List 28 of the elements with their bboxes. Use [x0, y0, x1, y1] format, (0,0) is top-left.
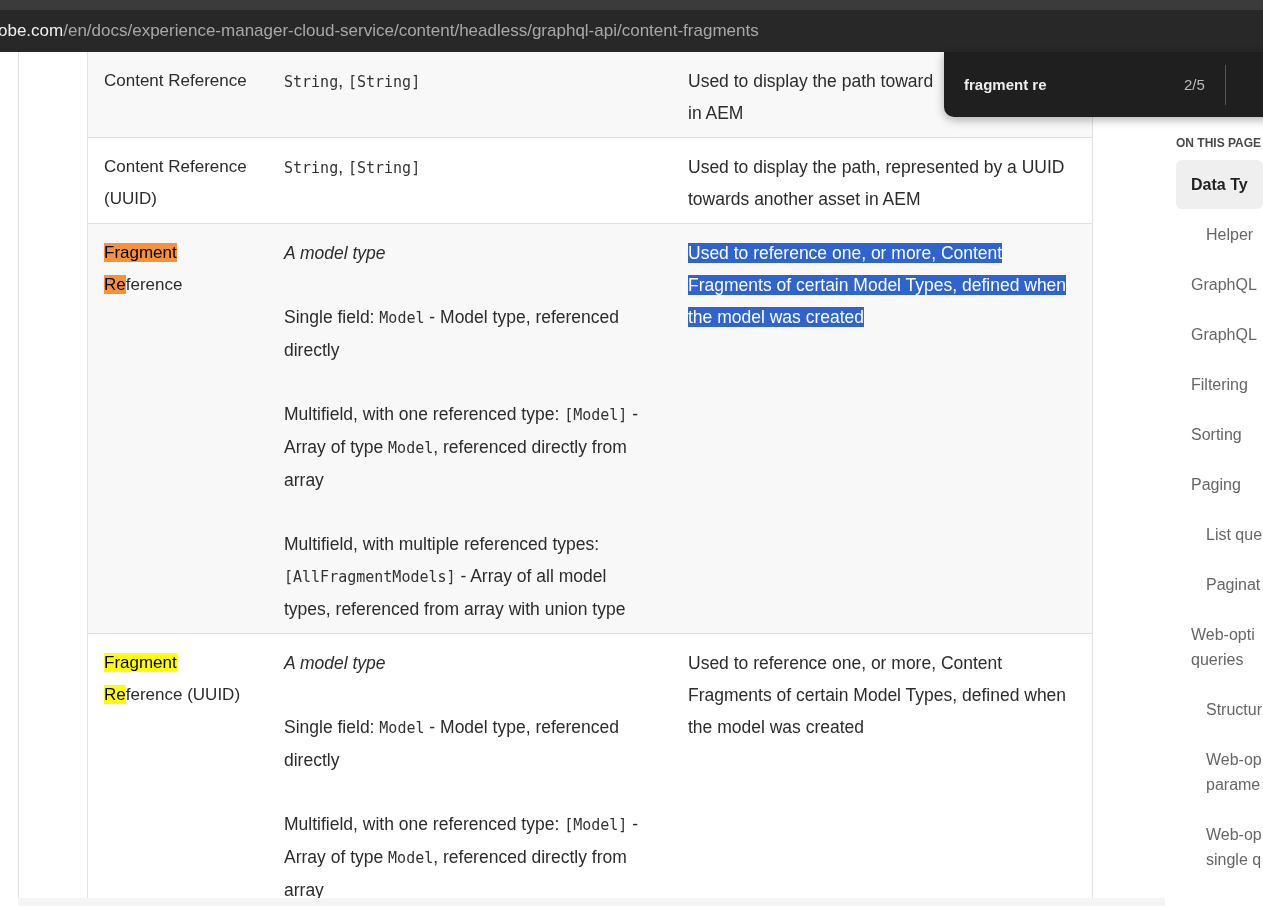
match-count: 2/5: [1184, 76, 1205, 93]
description-text: Used to display the path, represented by a UUID towards another asset in AEM: [688, 156, 1066, 211]
type-cell-text: String, [String]: [283, 156, 422, 179]
description-text: in AEM: [688, 102, 744, 125]
toc-link[interactable]: Web-opti queries: [1176, 610, 1263, 684]
table-cell-text: Content Reference (UUID): [103, 156, 248, 210]
toc-heading: ON THIS PAGE: [1176, 136, 1263, 150]
toc-link[interactable]: Filtering: [1176, 360, 1263, 409]
toc-link[interactable]: Structur: [1176, 685, 1263, 734]
toc-link[interactable]: GraphQL: [1176, 260, 1263, 309]
type-cell-text: A model type Single field: Model - Model type, referenced directly Multifield, with one referenced type: [Model] - Array of type Model, referenced directly from array Multifield, with multiple referenced types: [AllFragmentModels] - Array of all model types, referenced from array with union type: [282, 242, 640, 621]
table-cell-text: Fragment Reference: [103, 242, 184, 296]
description-text: Used to reference one, or more, Content Fragments of certain Model Types, defined when the model was created: [688, 652, 1068, 739]
toc-link[interactable]: Web-op single q: [1176, 810, 1263, 884]
find-field[interactable]: fragment re: [964, 76, 1164, 93]
description-text: Used to display the path toward: [688, 70, 934, 93]
toc-link[interactable]: Paginat: [1176, 560, 1263, 609]
table-cell-text: Content Reference: [103, 70, 248, 92]
toc-link[interactable]: Helper: [1176, 210, 1263, 259]
type-cell-text: A model type Single field: Model - Model type, referenced directly Multifield, with one referenced type: [Model] - Array of type Model, referenced directly from array: [282, 652, 640, 902]
toc-link[interactable]: Paging: [1176, 460, 1263, 509]
toc-link[interactable]: Sorting: [1176, 410, 1263, 459]
toc-link[interactable]: Data Ty: [1176, 160, 1263, 209]
type-cell-text: String, [String]: [283, 70, 422, 93]
toc-link[interactable]: GraphQL: [1176, 310, 1263, 359]
toc-link[interactable]: List que: [1176, 510, 1263, 559]
description-text: Used to reference one, or more, Content Fragments of certain Model Types, defined when the model was created: [688, 242, 1068, 329]
toc-link[interactable]: Web-op parame: [1176, 735, 1263, 809]
